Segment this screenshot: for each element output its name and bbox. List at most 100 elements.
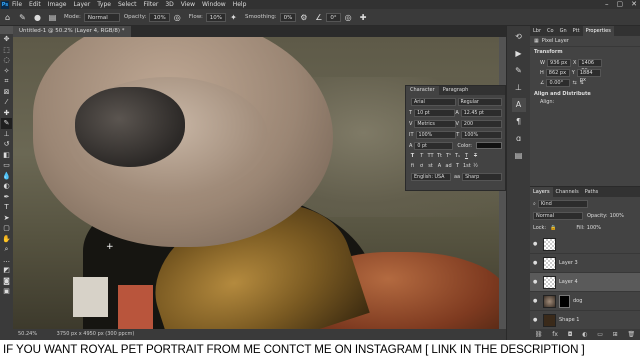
character-icon[interactable]: A [511, 98, 526, 112]
flip-horizontal-icon[interactable]: ⇆ [572, 80, 576, 86]
close-icon[interactable]: ✕ [631, 0, 637, 8]
quick-mask-icon[interactable]: ◙ [1, 276, 12, 287]
brush-tool-icon[interactable]: ✎ [17, 12, 28, 23]
fractions-button[interactable]: ½ [472, 162, 479, 170]
shape-tool-icon[interactable]: ▢ [1, 223, 12, 234]
angle-input[interactable]: 0.00° [546, 79, 571, 87]
actions-icon[interactable]: ▶ [512, 47, 526, 61]
font-family-select[interactable]: Arial [411, 97, 456, 106]
ordinals-button[interactable]: 1st [463, 162, 471, 170]
minimize-icon[interactable]: – [605, 0, 609, 8]
document-tab[interactable]: Untitled-1 @ 50.2% (Layer 4, RGB/8) * [13, 26, 131, 37]
stylistic-alternates-button[interactable]: ad [445, 162, 452, 170]
frame-tool-icon[interactable]: ⊠ [1, 87, 12, 98]
menu-select[interactable]: Select [118, 1, 137, 8]
mode-select[interactable]: Normal [83, 12, 120, 22]
lock-icon[interactable]: 🔒 [550, 225, 556, 231]
discretionary-ligatures-button[interactable]: ơ [418, 162, 425, 170]
visibility-icon[interactable]: ● [533, 241, 540, 247]
layer-row[interactable]: ● Layer 3 [530, 254, 640, 273]
font-size-input[interactable]: 10 pt [414, 108, 456, 117]
tab-channels[interactable]: Channels [553, 187, 582, 197]
history-icon[interactable]: ⟲ [512, 30, 526, 44]
add-mask-icon[interactable]: ◘ [568, 331, 573, 338]
blend-mode-select[interactable]: Normal [533, 212, 583, 220]
tab-paragraph[interactable]: Paragraph [439, 86, 473, 95]
tab-paths[interactable]: Paths [582, 187, 602, 197]
layer-kind-filter[interactable]: Kind [537, 200, 588, 208]
menu-help[interactable]: Help [233, 1, 247, 8]
brush-tool-active-icon[interactable]: ✎ [1, 118, 12, 129]
layer-row[interactable]: ● Shape 1 [530, 311, 640, 330]
angle-input[interactable]: 0° [326, 12, 341, 22]
zoom-level[interactable]: 50.24% [18, 331, 37, 337]
properties-icon[interactable]: ▤ [512, 149, 526, 163]
tab-libraries[interactable]: Lbr [530, 26, 544, 36]
tab-layers[interactable]: Layers [530, 187, 553, 197]
baseline-shift-input[interactable]: 0 pt [414, 141, 454, 150]
history-brush-tool-icon[interactable]: ↺ [1, 139, 12, 150]
home-icon[interactable]: ⌂ [2, 12, 13, 23]
menu-window[interactable]: Window [202, 1, 226, 8]
small-caps-button[interactable]: Tt [436, 152, 443, 160]
superscript-button[interactable]: T¹ [445, 152, 452, 160]
layer-row[interactable]: ● [530, 235, 640, 254]
delete-layer-icon[interactable]: 🗑 [627, 331, 635, 338]
brushes-icon[interactable]: ✎ [512, 64, 526, 78]
link-layers-icon[interactable]: ⛓ [535, 331, 543, 338]
healing-tool-icon[interactable]: ✚ [1, 108, 12, 119]
visibility-icon[interactable]: ● [533, 260, 540, 266]
brush-settings-icon[interactable]: ▤ [47, 12, 58, 23]
menu-filter[interactable]: Filter [144, 1, 159, 8]
more-tools-icon[interactable]: … [1, 255, 12, 266]
faux-italic-button[interactable]: T [418, 152, 425, 160]
eyedropper-tool-icon[interactable]: ⁄ [1, 97, 12, 108]
visibility-icon[interactable]: ● [533, 279, 540, 285]
adjustment-layer-icon[interactable]: ◐ [582, 331, 587, 338]
new-layer-icon[interactable]: ⊞ [613, 331, 618, 338]
width-input[interactable]: 936 px [546, 59, 571, 67]
horizontal-scale-input[interactable]: 100% [461, 130, 502, 139]
kerning-select[interactable]: Metrics [414, 119, 456, 128]
language-select[interactable]: English: USA [411, 172, 451, 181]
brush-preset-icon[interactable]: ● [32, 12, 43, 23]
swash-button[interactable]: A [436, 162, 443, 170]
angle-icon[interactable]: ∠ [313, 12, 324, 23]
layer-row-selected[interactable]: ● Layer 4 [530, 273, 640, 292]
underline-button[interactable]: T [463, 152, 470, 160]
text-color-swatch[interactable] [476, 142, 502, 149]
fill-value[interactable]: 100% [587, 225, 601, 231]
path-select-tool-icon[interactable]: ➤ [1, 213, 12, 224]
menu-edit[interactable]: Edit [29, 1, 41, 8]
tab-properties[interactable]: Properties [582, 26, 614, 36]
flow-input[interactable]: 10% [205, 12, 227, 22]
menu-image[interactable]: Image [48, 1, 67, 8]
smoothing-settings-icon[interactable]: ⚙ [298, 12, 309, 23]
glyphs-icon[interactable]: ɑ [512, 132, 526, 146]
new-group-icon[interactable]: ▭ [597, 331, 603, 338]
all-caps-button[interactable]: TT [427, 152, 434, 160]
x-input[interactable]: 1406 px [578, 59, 603, 73]
visibility-icon[interactable]: ● [533, 317, 540, 323]
menu-file[interactable]: File [12, 1, 22, 8]
font-style-select[interactable]: Regular [457, 97, 502, 106]
strikethrough-button[interactable]: T [472, 152, 479, 160]
gradient-tool-icon[interactable]: ▭ [1, 160, 12, 171]
tracking-input[interactable]: 200 [460, 119, 502, 128]
marquee-tool-icon[interactable]: ⬚ [1, 45, 12, 56]
flip-vertical-icon[interactable]: ⇅ [580, 80, 584, 86]
clone-stamp-tool-icon[interactable]: ⊥ [1, 129, 12, 140]
menu-type[interactable]: Type [97, 1, 111, 8]
type-tool-icon[interactable]: T [1, 202, 12, 213]
hand-tool-icon[interactable]: ✋ [1, 234, 12, 245]
paragraph-icon[interactable]: ¶ [512, 115, 526, 129]
tab-color[interactable]: Co [544, 26, 557, 36]
eraser-tool-icon[interactable]: ◧ [1, 150, 12, 161]
dodge-tool-icon[interactable]: ◐ [1, 181, 12, 192]
menu-3d[interactable]: 3D [165, 1, 173, 8]
quick-select-tool-icon[interactable]: ✧ [1, 66, 12, 77]
layer-mask-thumbnail[interactable] [559, 294, 570, 308]
titling-button[interactable]: T [454, 162, 461, 170]
pen-tool-icon[interactable]: ✒ [1, 192, 12, 203]
move-tool-icon[interactable]: ✥ [1, 34, 12, 45]
